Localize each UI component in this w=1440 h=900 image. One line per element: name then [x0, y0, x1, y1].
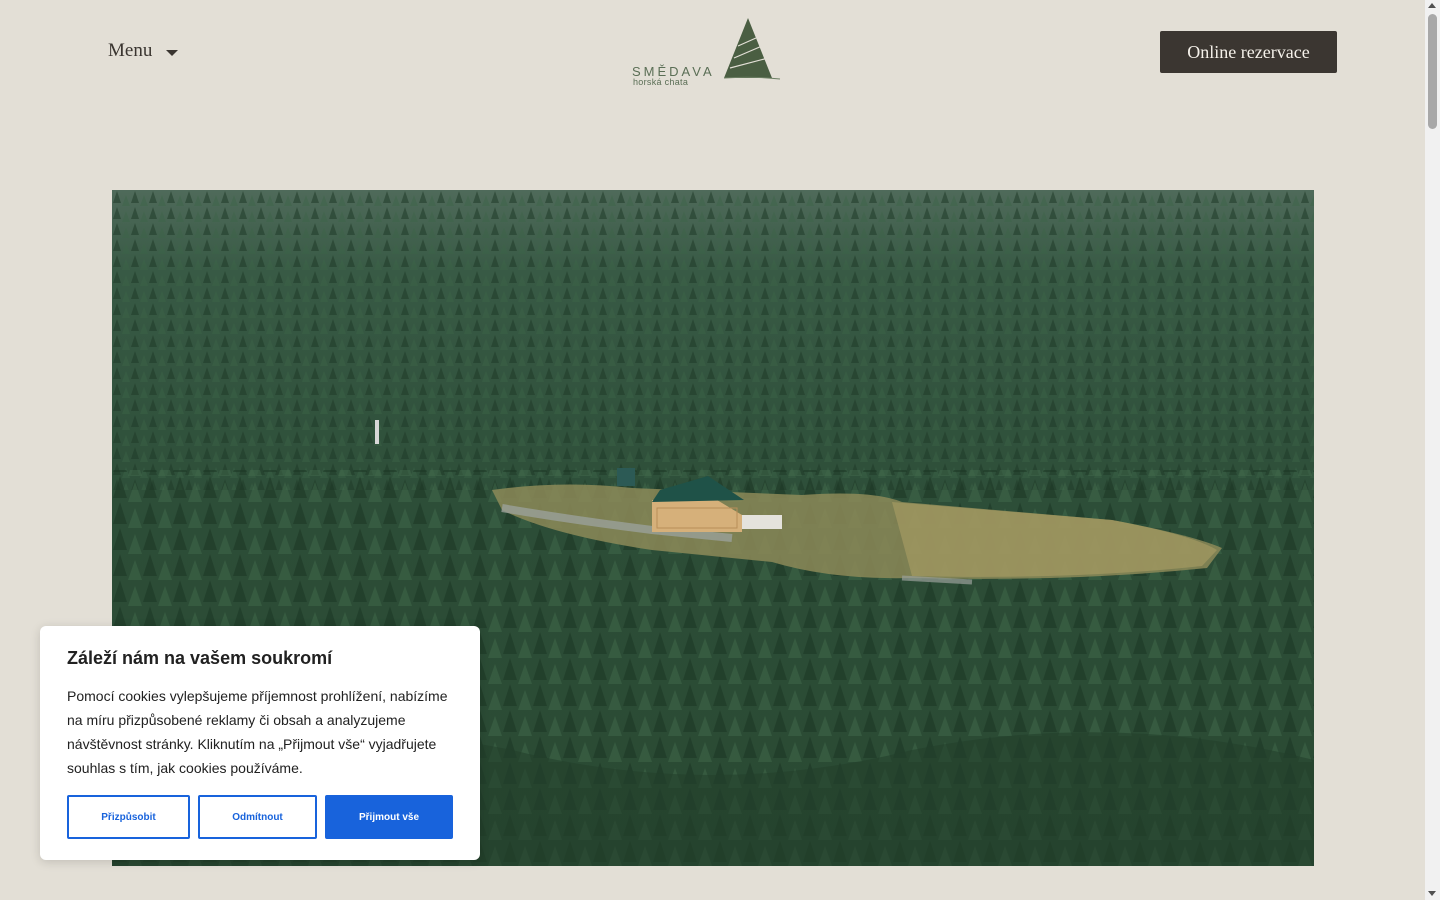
caret-down-icon: [166, 49, 179, 56]
logo[interactable]: SMĚDAVA horská chata: [630, 16, 785, 92]
tree-logo-icon: [723, 18, 781, 80]
logo-subtitle: horská chata: [633, 77, 689, 87]
menu-toggle[interactable]: Menu: [108, 36, 179, 66]
menu-label: Menu: [108, 40, 153, 61]
cookie-buttons: Přizpůsobit Odmítnout Přijmout vše: [67, 795, 453, 839]
customize-button[interactable]: Přizpůsobit: [67, 795, 190, 839]
online-reservation-button[interactable]: Online rezervace: [1160, 31, 1337, 73]
cookie-title: Záleží nám na vašem soukromí: [67, 648, 333, 668]
cookie-consent-banner: Záleží nám na vašem soukromí Pomocí cook…: [40, 626, 480, 860]
scroll-down-icon[interactable]: [1428, 891, 1436, 896]
site-header: Menu SMĚDAVA horská chata Online rezerva…: [0, 0, 1425, 110]
reject-button[interactable]: Odmítnout: [198, 795, 317, 839]
cookie-description: Pomocí cookies vylepšujeme příjemnost pr…: [67, 688, 448, 776]
scrollbar-thumb[interactable]: [1428, 14, 1437, 129]
page-scrollbar[interactable]: [1425, 0, 1440, 900]
scroll-up-icon[interactable]: [1428, 3, 1436, 8]
accept-all-button[interactable]: Přijmout vše: [325, 795, 453, 839]
